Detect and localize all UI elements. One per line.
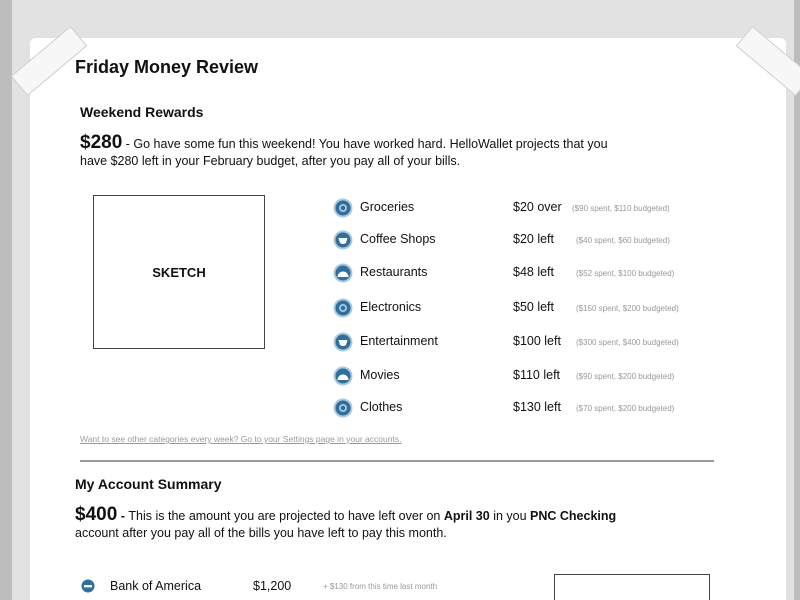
bank-icon xyxy=(81,579,95,593)
account-balance: $1,200 xyxy=(253,579,292,593)
category-name[interactable]: Movies xyxy=(360,368,400,382)
account-change-amount: + $130 xyxy=(323,582,348,591)
target-icon xyxy=(333,398,353,418)
summary-date: April 30 xyxy=(443,509,490,523)
dome-icon xyxy=(333,366,353,386)
sketch-label: SKETCH xyxy=(152,264,206,280)
section-divider xyxy=(80,460,714,462)
account-summary-heading: My Account Summary xyxy=(75,476,222,492)
target-icon xyxy=(333,198,353,218)
category-name[interactable]: Electronics xyxy=(360,300,421,314)
coffee-cup-icon xyxy=(333,230,353,250)
account-change: + $130 from this time last month xyxy=(323,582,437,591)
account-name[interactable]: Bank of America xyxy=(110,579,201,593)
settings-link[interactable]: Want to see other categories every week?… xyxy=(80,434,401,444)
account-change-text: from this time last month xyxy=(347,582,438,591)
coffee-cup-icon xyxy=(333,332,353,352)
window-frame-left xyxy=(0,0,12,600)
category-amount: $20 left xyxy=(513,232,555,246)
summary-amount: $400 xyxy=(75,504,118,525)
rewards-text-2: have $280 left in your February budget, … xyxy=(80,154,461,168)
summary-text-2: in you xyxy=(489,509,531,523)
category-detail: ($150 spent, $200 budgeted) xyxy=(576,304,679,313)
sketch-placeholder: SKETCH xyxy=(93,195,265,349)
weekend-rewards-text: $280 - Go have some fun this weekend! Yo… xyxy=(80,132,608,170)
rewards-amount: $280 xyxy=(80,132,123,153)
rewards-text-1: - Go have some fun this weekend! You hav… xyxy=(125,137,608,151)
category-name[interactable]: Groceries xyxy=(360,200,414,214)
weekend-rewards-heading: Weekend Rewards xyxy=(80,104,204,120)
target-icon xyxy=(333,298,353,318)
category-amount: $110 left xyxy=(513,368,561,382)
category-detail: ($40 spent, $60 budgeted) xyxy=(576,236,670,245)
summary-account: PNC Checking xyxy=(530,509,617,523)
summary-text-1: This is the amount you are projected to … xyxy=(128,509,444,523)
dome-icon xyxy=(333,263,353,283)
category-amount: $50 left xyxy=(513,300,555,314)
summary-dash: - xyxy=(117,509,129,523)
category-name[interactable]: Clothes xyxy=(360,400,402,414)
page-title: Friday Money Review xyxy=(75,57,259,77)
category-name[interactable]: Coffee Shops xyxy=(360,232,436,246)
category-amount: $20 over xyxy=(513,200,562,214)
category-amount: $130 left xyxy=(513,400,561,414)
category-detail: ($90 spent, $110 budgeted) xyxy=(572,204,670,213)
category-detail: ($90 spent, $200 budgeted) xyxy=(576,372,675,381)
sketch-placeholder-small xyxy=(554,574,710,600)
summary-text-line1: $400 - This is the amount you are projec… xyxy=(75,504,617,525)
category-name[interactable]: Entertainment xyxy=(360,334,438,348)
account-summary-text: $400 - This is the amount you are projec… xyxy=(75,504,617,542)
category-amount: $48 left xyxy=(513,265,555,279)
category-amount: $100 left xyxy=(513,334,561,348)
category-detail: ($300 spent, $400 budgeted) xyxy=(576,338,679,347)
rewards-text-line1: $280 - Go have some fun this weekend! Yo… xyxy=(80,132,608,153)
category-detail: ($52 spent, $100 budgeted) xyxy=(576,269,675,278)
summary-text-3: account after you pay all of the bills y… xyxy=(75,526,447,540)
category-detail: ($70 spent, $200 budgeted) xyxy=(576,404,675,413)
category-name[interactable]: Restaurants xyxy=(360,265,427,279)
